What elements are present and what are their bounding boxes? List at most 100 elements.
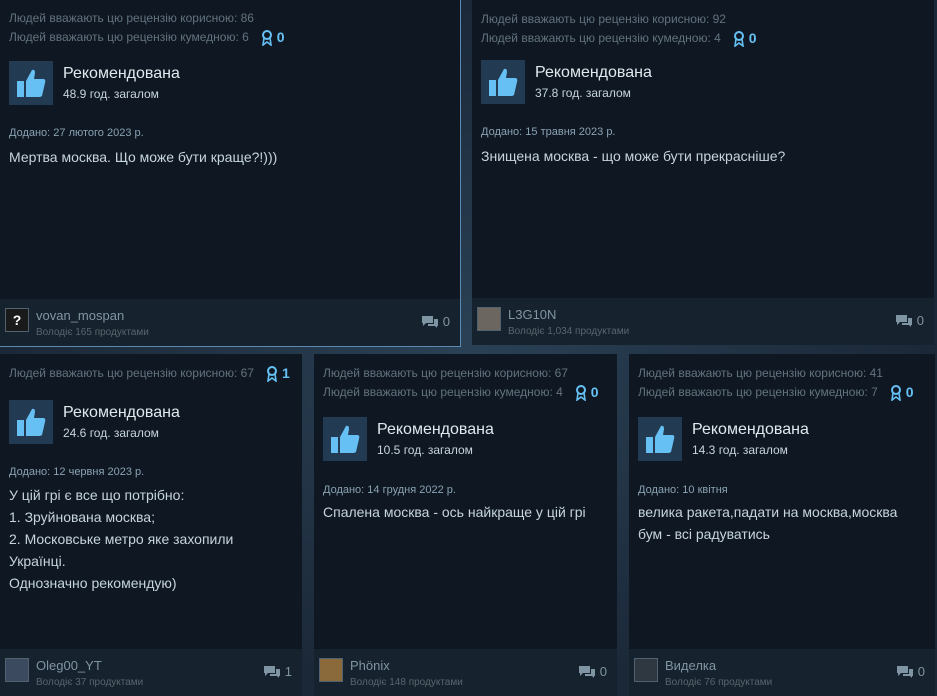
review-stats: Людей вважають цю рецензію корисною: 67 … [323, 364, 599, 402]
recommendation[interactable]: Рекомендована 48.9 год. загалом [9, 61, 180, 105]
review-text[interactable]: Мертва москва. Що може бути краще?!))) [9, 146, 450, 168]
username[interactable]: Phönix [350, 658, 390, 673]
comments-button[interactable]: 0 [578, 664, 607, 679]
recommendation-label: Рекомендована [63, 404, 180, 421]
avatar[interactable] [319, 658, 343, 682]
posted-date: Додано: 27 лютого 2023 р. [9, 127, 144, 139]
award-button[interactable]: 0 [890, 383, 914, 402]
helpful-count: Людей вважають цю рецензію корисною: 92 [481, 12, 726, 26]
username[interactable]: Oleg00_YT [36, 658, 102, 673]
review-card: Людей вважають цю рецензію корисною: 92 … [472, 0, 934, 345]
review-text[interactable]: У цій грі є все що потрібно: 1. Зруйнова… [9, 484, 292, 594]
award-count: 1 [281, 365, 290, 381]
funny-count: Людей вважають цю рецензію кумедною: 7 [638, 385, 878, 399]
award-button[interactable]: 0 [575, 383, 599, 402]
comments-button[interactable]: 1 [263, 664, 292, 679]
products-owned: Володіє 148 продуктами [350, 677, 463, 688]
username[interactable]: vovan_mospan [36, 308, 124, 323]
award-button[interactable]: 1 [266, 364, 290, 383]
review-card: Людей вважають цю рецензію корисною: 41 … [629, 354, 935, 696]
username[interactable]: L3G10N [508, 307, 556, 322]
products-owned: Володіє 76 продуктами [665, 677, 773, 688]
review-line: Однозначно рекомендую) [9, 575, 177, 591]
review-text[interactable]: велика ракета,падати на москва,москва бу… [638, 501, 925, 545]
award-count: 0 [905, 384, 914, 400]
review-stats: Людей вважають цю рецензію корисною: 92 … [481, 10, 757, 48]
posted-date: Додано: 12 червня 2023 р. [9, 466, 145, 478]
review-footer: Виделка Володіє 76 продуктами 0 [629, 649, 935, 696]
thumbs-up-icon [9, 400, 53, 444]
review-stats: Людей вважають цю рецензію корисною: 41 … [638, 364, 914, 402]
review-text[interactable]: Спалена москва - ось найкраще у цій грі [323, 501, 607, 523]
playtime: 14.3 год. загалом [692, 443, 788, 457]
thumbs-up-icon [638, 417, 682, 461]
award-ribbon-icon [575, 384, 586, 401]
award-count: 0 [276, 29, 285, 45]
recommendation-label: Рекомендована [377, 421, 494, 438]
products-owned: Володіє 1,034 продуктами [508, 326, 630, 337]
helpful-count: Людей вважають цю рецензію корисною: 67 [323, 366, 568, 380]
products-owned: Володіє 165 продуктами [36, 327, 149, 338]
posted-date: Додано: 10 квітня [638, 484, 728, 496]
helpful-count: Людей вважають цю рецензію корисною: 67 [9, 366, 254, 380]
funny-count: Людей вважають цю рецензію кумедною: 4 [481, 31, 721, 45]
review-card: Людей вважають цю рецензію корисною: 67 … [314, 354, 617, 696]
avatar[interactable]: ? [5, 308, 29, 332]
review-stats: Людей вважають цю рецензію корисною: 67 … [9, 364, 290, 383]
products-owned: Володіє 37 продуктами [36, 677, 144, 688]
review-line: Спалена москва - ось найкраще у цій грі [323, 504, 586, 520]
comment-count: 0 [917, 664, 925, 679]
avatar[interactable] [634, 658, 658, 682]
thumbs-up-icon [9, 61, 53, 105]
playtime: 48.9 год. загалом [63, 87, 159, 101]
comment-bubble-icon [263, 665, 280, 678]
comment-bubble-icon [896, 665, 913, 678]
recommendation[interactable]: Рекомендована 37.8 год. загалом [481, 60, 652, 104]
award-count: 0 [590, 384, 599, 400]
helpful-count: Людей вважають цю рецензію корисною: 86 [9, 11, 254, 25]
thumbs-up-icon [481, 60, 525, 104]
playtime: 24.6 год. загалом [63, 426, 159, 440]
award-count: 0 [748, 30, 757, 46]
review-card: Людей вважають цю рецензію корисною: 67 … [0, 354, 302, 696]
recommendation[interactable]: Рекомендована 24.6 год. загалом [9, 400, 180, 444]
review-line: У цій грі є все що потрібно: [9, 487, 185, 503]
comments-button[interactable]: 0 [896, 664, 925, 679]
review-footer: ? vovan_mospan Володіє 165 продуктами 0 [0, 299, 460, 346]
comment-bubble-icon [578, 665, 595, 678]
review-line: бум - всі радуватись [638, 526, 770, 542]
recommendation[interactable]: Рекомендована 10.5 год. загалом [323, 417, 494, 461]
helpful-count: Людей вважають цю рецензію корисною: 41 [638, 366, 883, 380]
review-card: Людей вважають цю рецензію корисною: 86 … [0, 0, 461, 347]
avatar[interactable] [477, 307, 501, 331]
award-button[interactable]: 0 [733, 29, 757, 48]
funny-count: Людей вважають цю рецензію кумедною: 6 [9, 30, 249, 44]
comment-count: 0 [442, 314, 450, 329]
review-line: 1. Зруйнована москва; [9, 509, 155, 525]
review-line: велика ракета,падати на москва,москва [638, 504, 898, 520]
username[interactable]: Виделка [665, 658, 716, 673]
review-footer: L3G10N Володіє 1,034 продуктами 0 [472, 298, 934, 345]
review-text[interactable]: Знищена москва - що може бути прекрасніш… [481, 145, 924, 167]
comment-bubble-icon [421, 315, 438, 328]
comments-button[interactable]: 0 [895, 313, 924, 328]
playtime: 10.5 год. загалом [377, 443, 473, 457]
comment-count: 0 [599, 664, 607, 679]
award-button[interactable]: 0 [261, 28, 285, 47]
award-ribbon-icon [733, 30, 744, 47]
review-footer: Oleg00_YT Володіє 37 продуктами 1 [0, 649, 302, 696]
review-footer: Phönix Володіє 148 продуктами 0 [314, 649, 617, 696]
award-ribbon-icon [890, 384, 901, 401]
recommendation-label: Рекомендована [63, 65, 180, 82]
posted-date: Додано: 14 грудня 2022 р. [323, 484, 456, 496]
review-stats: Людей вважають цю рецензію корисною: 86 … [9, 9, 285, 47]
thumbs-up-icon [323, 417, 367, 461]
comments-button[interactable]: 0 [421, 314, 450, 329]
recommendation-label: Рекомендована [535, 64, 652, 81]
avatar[interactable] [5, 658, 29, 682]
recommendation[interactable]: Рекомендована 14.3 год. загалом [638, 417, 809, 461]
award-ribbon-icon [266, 365, 277, 382]
comment-count: 1 [284, 664, 292, 679]
review-line: Мертва москва. Що може бути краще?!))) [9, 149, 278, 165]
comment-count: 0 [916, 313, 924, 328]
